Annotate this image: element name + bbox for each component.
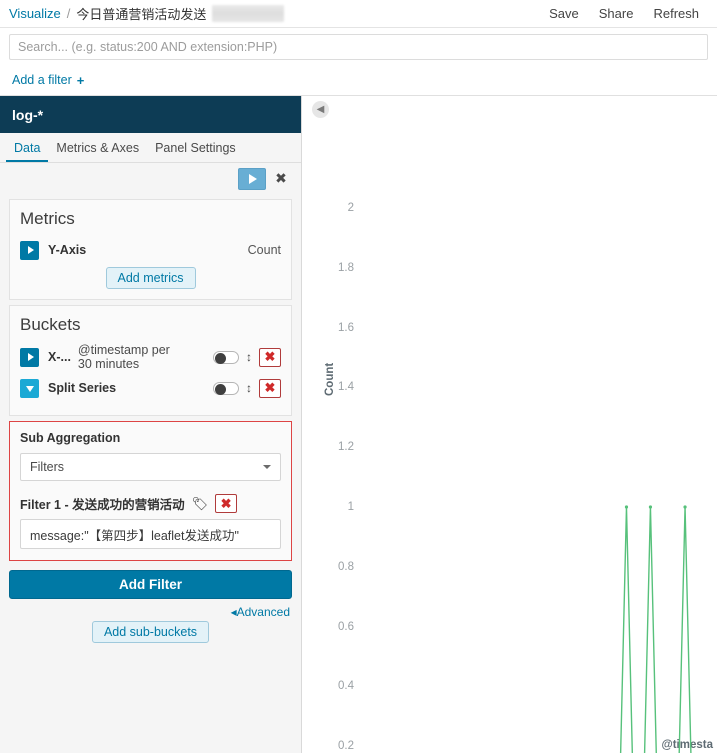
data-point[interactable] xyxy=(624,505,629,509)
reorder-icon[interactable]: ↕ xyxy=(246,351,252,363)
index-pattern-header: log-* xyxy=(0,96,301,133)
filter-bar: Add a filter + xyxy=(0,65,717,96)
add-filter-row: Add Filter ◂Advanced Add sub-buckets xyxy=(9,570,292,643)
tab-panel-settings[interactable]: Panel Settings xyxy=(147,141,244,162)
top-navigation-bar: Visualize / 今日普通营销活动发送 Save Share Refres… xyxy=(0,0,717,28)
breadcrumb-visualize-link[interactable]: Visualize xyxy=(9,6,61,21)
remove-filter-button[interactable]: ✖ xyxy=(215,494,238,513)
visualization-editor-panel: log-* Data Metrics & Axes Panel Settings… xyxy=(0,96,302,753)
data-point[interactable] xyxy=(648,505,653,509)
collapse-panel-button[interactable]: ◀ xyxy=(312,101,329,118)
sub-aggregation-selected-value: Filters xyxy=(30,460,65,474)
bucket-controls: ↕ ✖ xyxy=(213,347,281,367)
bucket-enable-toggle[interactable] xyxy=(213,381,239,395)
sub-aggregation-select[interactable]: Filters xyxy=(20,453,281,481)
bucket-description: @timestamp per 30 minutes xyxy=(77,343,170,371)
expand-toggle-icon[interactable] xyxy=(20,240,39,260)
buckets-section: Buckets X-... @timestamp per 30 minutes … xyxy=(9,305,292,416)
refresh-button[interactable]: Refresh xyxy=(643,6,709,21)
buckets-section-title: Buckets xyxy=(20,315,81,334)
bucket-label: Split Series xyxy=(48,381,117,395)
breadcrumb-separator: / xyxy=(66,6,71,21)
metric-row-y-axis[interactable]: Y-Axis Count xyxy=(20,237,281,263)
expand-toggle-icon[interactable] xyxy=(20,347,39,367)
metrics-section: Metrics Y-Axis Count Add metrics xyxy=(9,199,292,300)
tab-data[interactable]: Data xyxy=(6,141,49,162)
add-metrics-button[interactable]: Add metrics xyxy=(105,267,196,289)
metrics-section-title: Metrics xyxy=(20,209,75,228)
metric-label: Y-Axis xyxy=(48,243,87,257)
reorder-icon[interactable]: ↕ xyxy=(246,382,252,394)
advanced-row: ◂Advanced xyxy=(9,599,292,619)
bucket-controls: ↕ ✖ xyxy=(213,378,281,398)
add-sub-buckets-row: Add sub-buckets xyxy=(9,621,292,643)
play-icon xyxy=(249,173,257,184)
remove-bucket-button[interactable]: ✖ xyxy=(259,347,281,367)
data-point[interactable] xyxy=(683,505,687,509)
metric-value: Count xyxy=(247,243,281,257)
line-chart-svg xyxy=(619,505,692,753)
filter-1-label: Filter 1 - 发送成功的营销活动 xyxy=(20,498,185,512)
bucket-label: X-... xyxy=(48,350,71,364)
nav-actions: Save Share Refresh xyxy=(539,6,717,21)
bucket-row-x-axis[interactable]: X-... @timestamp per 30 minutes ↕ ✖ xyxy=(20,343,281,371)
plus-icon: + xyxy=(76,72,85,88)
close-icon: ✖ xyxy=(275,170,287,186)
add-filter-label: Add a filter xyxy=(12,73,72,87)
discard-changes-button[interactable]: ✖ xyxy=(270,168,292,190)
editor-tabs: Data Metrics & Axes Panel Settings xyxy=(0,133,301,163)
add-sub-buckets-button[interactable]: Add sub-buckets xyxy=(91,621,210,643)
share-button[interactable]: Share xyxy=(589,6,644,21)
apply-changes-button[interactable] xyxy=(238,167,266,190)
sub-aggregation-panel: Sub Aggregation Filters Filter 1 - 发送成功的… xyxy=(9,421,292,561)
collapse-toggle-icon[interactable] xyxy=(20,378,39,398)
save-button[interactable]: Save xyxy=(539,6,589,21)
kibana-visualize-app: Visualize / 今日普通营销活动发送 Save Share Refres… xyxy=(0,0,717,753)
query-bar xyxy=(0,28,717,65)
remove-bucket-button[interactable]: ✖ xyxy=(259,378,281,398)
search-input[interactable] xyxy=(9,33,708,60)
index-pattern-name: log-* xyxy=(12,106,44,123)
filter-1-header: Filter 1 - 发送成功的营销活动 🏷 ✖ xyxy=(20,494,281,513)
series-line xyxy=(619,506,692,753)
chart-area: ◀ Count @timesta 2 1.8 1.6 1.4 1.2 1 0.8 0.6 0.4… xyxy=(302,96,717,753)
redacted-region xyxy=(212,5,285,22)
bucket-row-split-series[interactable]: Split Series ↕ ✖ xyxy=(20,375,281,401)
page-title: 今日普通营销活动发送 xyxy=(76,7,207,22)
bucket-enable-toggle[interactable] xyxy=(213,350,239,364)
tag-icon[interactable]: 🏷 xyxy=(192,496,209,512)
add-filter-button[interactable]: Add Filter xyxy=(9,570,292,599)
chevron-left-icon: ◀ xyxy=(316,104,325,115)
tab-metrics-and-axes[interactable]: Metrics & Axes xyxy=(48,141,147,162)
breadcrumb: Visualize / 今日普通营销活动发送 xyxy=(0,4,539,23)
sub-aggregation-title: Sub Aggregation xyxy=(20,431,121,445)
add-filter-link[interactable]: Add a filter + xyxy=(12,73,84,88)
filter-1-query-input[interactable] xyxy=(20,519,281,549)
editor-action-row: ✖ xyxy=(0,163,301,194)
advanced-toggle[interactable]: ◂Advanced xyxy=(231,605,290,619)
add-metrics-row: Add metrics xyxy=(20,267,281,289)
advanced-label: Advanced xyxy=(236,605,290,619)
chevron-down-icon xyxy=(263,465,271,469)
